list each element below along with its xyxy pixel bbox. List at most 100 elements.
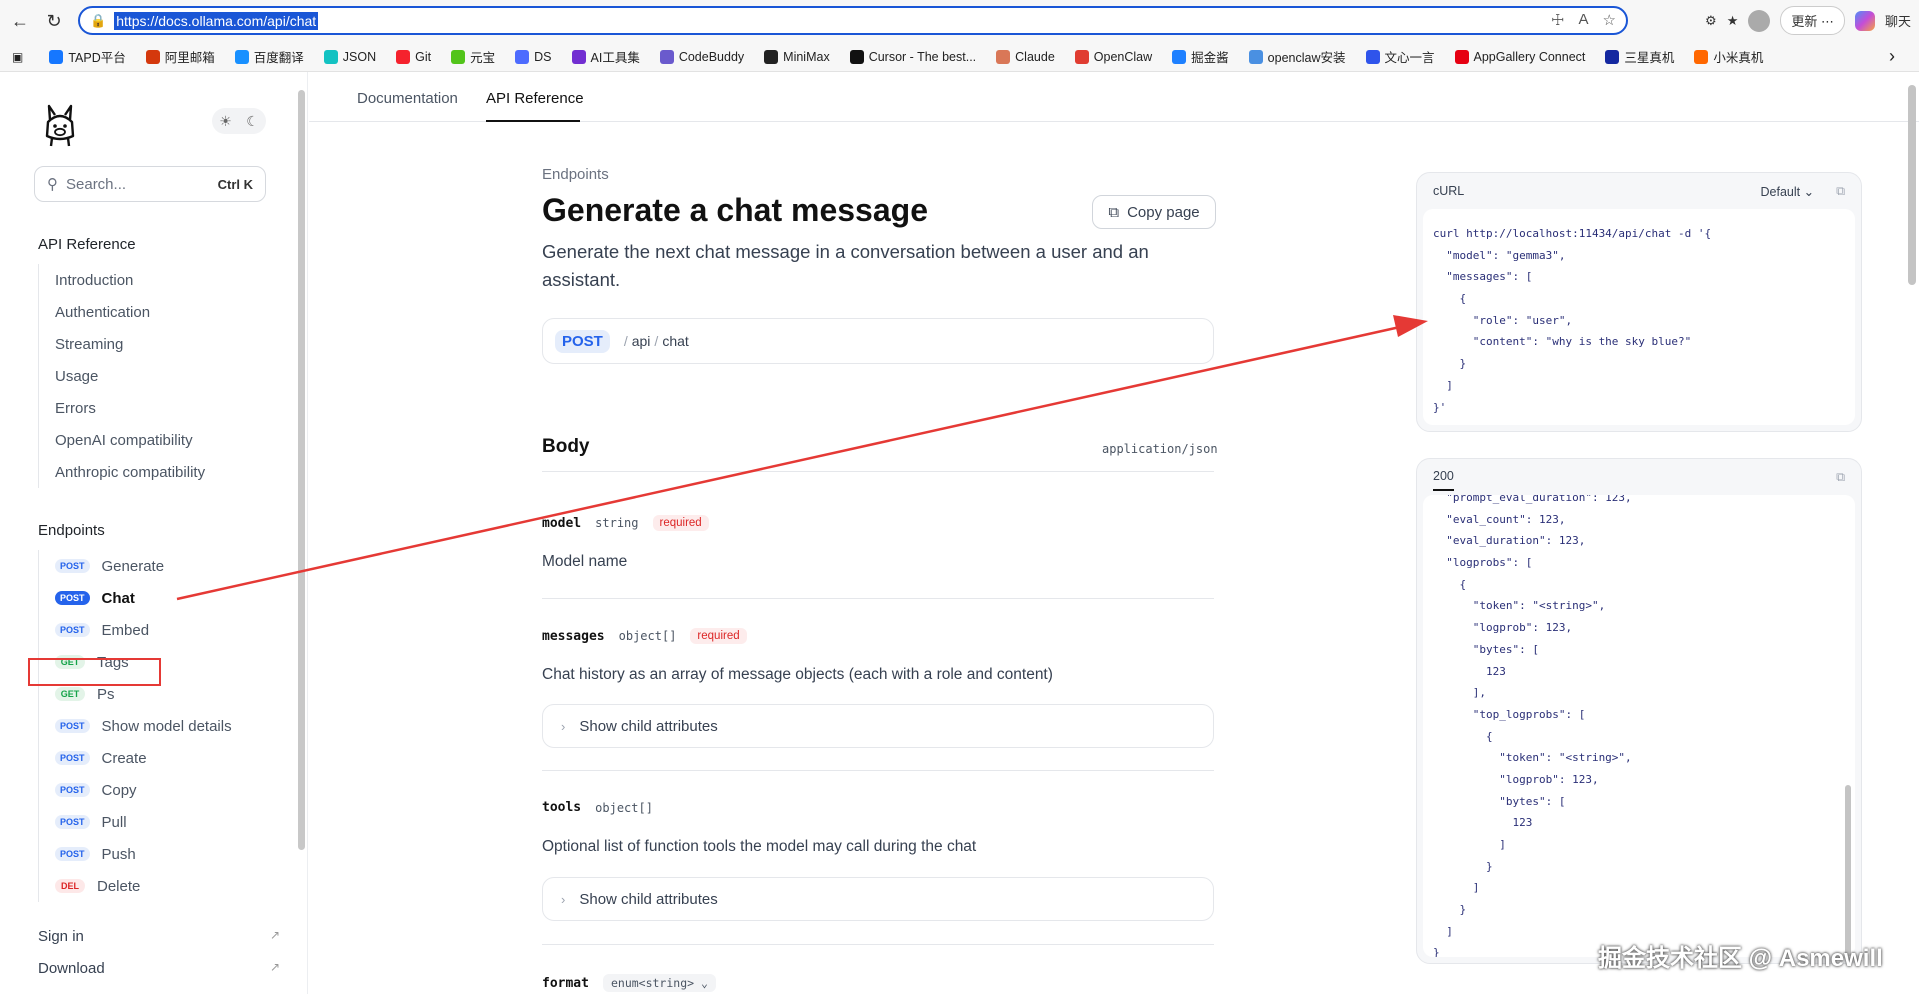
chat-label[interactable]: 聊天: [1885, 11, 1911, 30]
profile-avatar[interactable]: [1748, 9, 1771, 32]
sidebar-item-openai-compatibility[interactable]: OpenAI compatibility: [39, 424, 205, 456]
code-line: "logprob": 123,: [1433, 772, 1599, 786]
code-line: 123: [1433, 816, 1533, 830]
show-child-attributes-button[interactable]: › Show child attributes: [542, 877, 1214, 921]
bookmark-item[interactable]: Claude: [996, 49, 1055, 64]
bookmark-label: Git: [415, 49, 432, 64]
search-input[interactable]: ⚲ Search... Ctrl K: [34, 166, 266, 202]
bookmark-item[interactable]: 文心一言: [1365, 47, 1435, 66]
bookmark-item[interactable]: JSON: [323, 49, 376, 64]
sidebar-item-anthropic-compatibility[interactable]: Anthropic compatibility: [39, 456, 205, 488]
sign-in-label[interactable]: Sign in: [38, 928, 84, 945]
sidebar-endpoint-show-model-details[interactable]: POST Show model details: [39, 710, 232, 742]
page-description: Generate the next chat message in a conv…: [542, 241, 1149, 290]
sun-icon[interactable]: ☀: [219, 113, 232, 130]
bookmark-item[interactable]: 掘金酱: [1172, 47, 1229, 66]
theme-toggle[interactable]: ☀ ☾: [212, 108, 266, 134]
bookmark-favicon-icon: [1454, 49, 1469, 64]
method-badge: POST: [555, 329, 610, 353]
ollama-logo-icon[interactable]: [40, 102, 80, 148]
bookmark-item[interactable]: 元宝: [451, 47, 495, 66]
search-placeholder: Search...: [66, 175, 127, 193]
code-scrollbar[interactable]: [1845, 785, 1851, 957]
page-scrollbar[interactable]: [1908, 85, 1916, 285]
status-200-tab[interactable]: 200: [1433, 469, 1454, 491]
download-label[interactable]: Download: [38, 960, 105, 977]
code-line: "prompt_eval_duration": 123,: [1433, 495, 1632, 504]
bookmark-item[interactable]: CodeBuddy: [659, 49, 744, 64]
tab-documentation[interactable]: Documentation: [357, 90, 458, 107]
sidebar-item-introduction[interactable]: Introduction: [39, 264, 205, 296]
sidebar-item-authentication[interactable]: Authentication: [39, 296, 205, 328]
bookmark-item[interactable]: DS: [515, 49, 552, 64]
sidebar-endpoint-create[interactable]: POST Create: [39, 742, 232, 774]
sidebar-item-streaming[interactable]: Streaming: [39, 328, 205, 360]
curl-tab[interactable]: cURL: [1433, 184, 1464, 198]
show-child-attributes-button[interactable]: › Show child attributes: [542, 704, 1214, 748]
sidebar-endpoint-delete[interactable]: DEL Delete: [39, 870, 232, 902]
external-link-icon: ↗: [269, 960, 280, 974]
field-name: messages: [542, 628, 605, 644]
bookmark-favicon-icon: [49, 49, 64, 64]
response-example-card: 200 ⧉ "prompt_eval_duration": 123, "eval…: [1416, 458, 1862, 964]
bookmark-favicon-icon: [764, 49, 779, 64]
language-dropdown[interactable]: Default ⌄: [1761, 184, 1815, 199]
sidebar-toggle-icon[interactable]: ▣: [12, 50, 23, 64]
lock-icon: 🔒: [90, 12, 107, 28]
code-line: "top_logprobs": [: [1433, 707, 1586, 721]
field-type[interactable]: enum<string> ⌄: [602, 974, 716, 992]
copy-code-icon[interactable]: ⧉: [1836, 184, 1845, 199]
bookmark-item[interactable]: 百度翻译: [234, 47, 304, 66]
download-link[interactable]: Download ↗: [38, 960, 280, 977]
read-aloud-icon[interactable]: A: [1579, 11, 1589, 29]
bookmark-label: AppGallery Connect: [1473, 49, 1586, 64]
code-line: "eval_count": 123,: [1433, 512, 1566, 526]
method-badge: POST: [55, 623, 90, 637]
tab-api-reference[interactable]: API Reference: [486, 90, 584, 107]
copilot-icon[interactable]: [1854, 10, 1875, 31]
back-icon[interactable]: ←: [6, 7, 34, 35]
update-button[interactable]: 更新 ⋯: [1780, 6, 1845, 35]
sidebar-endpoint-embed[interactable]: POST Embed: [39, 614, 232, 646]
chevron-right-icon[interactable]: ›: [1889, 46, 1895, 67]
moon-icon[interactable]: ☾: [246, 113, 259, 130]
favorite-star-icon[interactable]: ☆: [1603, 11, 1616, 29]
bookmark-item[interactable]: 阿里邮箱: [145, 47, 215, 66]
field-format: format enum<string> ⌄: [542, 974, 716, 992]
field-type: object[]: [595, 800, 653, 815]
extensions-icon[interactable]: ⚙: [1705, 13, 1717, 29]
code-line: }': [1433, 400, 1447, 414]
sidebar-item-usage[interactable]: Usage: [39, 360, 205, 392]
address-bar[interactable]: 🔒 https://docs.ollama.com/api/chat ☩ A ☆: [78, 6, 1628, 35]
sidebar-endpoint-copy[interactable]: POST Copy: [39, 774, 232, 806]
bookmark-item[interactable]: AI工具集: [571, 47, 640, 66]
endpoint-label: Show model details: [101, 717, 232, 735]
sidebar-endpoint-chat[interactable]: POST Chat: [39, 582, 232, 614]
bookmark-item[interactable]: Cursor - The best...: [849, 49, 976, 64]
sidebar-scrollbar[interactable]: [298, 90, 305, 850]
breadcrumb[interactable]: Endpoints: [542, 166, 609, 183]
bookmark-item[interactable]: TAPD平台: [49, 47, 126, 66]
copy-code-icon[interactable]: ⧉: [1836, 470, 1845, 485]
bookmark-item[interactable]: AppGallery Connect: [1454, 49, 1586, 64]
copy-icon: ⧉: [1108, 203, 1120, 221]
sidebar-endpoint-generate[interactable]: POST Generate: [39, 550, 232, 582]
copy-page-button[interactable]: ⧉ Copy page: [1092, 195, 1216, 229]
bookmark-item[interactable]: Git: [396, 49, 432, 64]
bookmark-item[interactable]: MiniMax: [764, 49, 830, 64]
code-line: ]: [1433, 838, 1506, 851]
sidebar-endpoint-pull[interactable]: POST Pull: [39, 806, 232, 838]
search-shortcut: Ctrl K: [217, 176, 253, 192]
url-text[interactable]: https://docs.ollama.com/api/chat: [114, 11, 319, 30]
sidebar-item-errors[interactable]: Errors: [39, 392, 205, 424]
bookmark-item[interactable]: OpenClaw: [1074, 49, 1152, 64]
bookmark-item[interactable]: 小米真机: [1694, 47, 1763, 66]
sign-in-link[interactable]: Sign in ↗: [38, 928, 280, 945]
sidebar-endpoint-push[interactable]: POST Push: [39, 838, 232, 870]
reload-icon[interactable]: ↻: [40, 7, 68, 35]
favorites-icon[interactable]: ★: [1727, 13, 1739, 29]
code-line: {: [1433, 577, 1467, 591]
bookmark-item[interactable]: 三星真机: [1605, 47, 1674, 66]
translate-icon[interactable]: ☩: [1551, 11, 1564, 29]
bookmark-item[interactable]: openclaw安装: [1248, 47, 1346, 66]
